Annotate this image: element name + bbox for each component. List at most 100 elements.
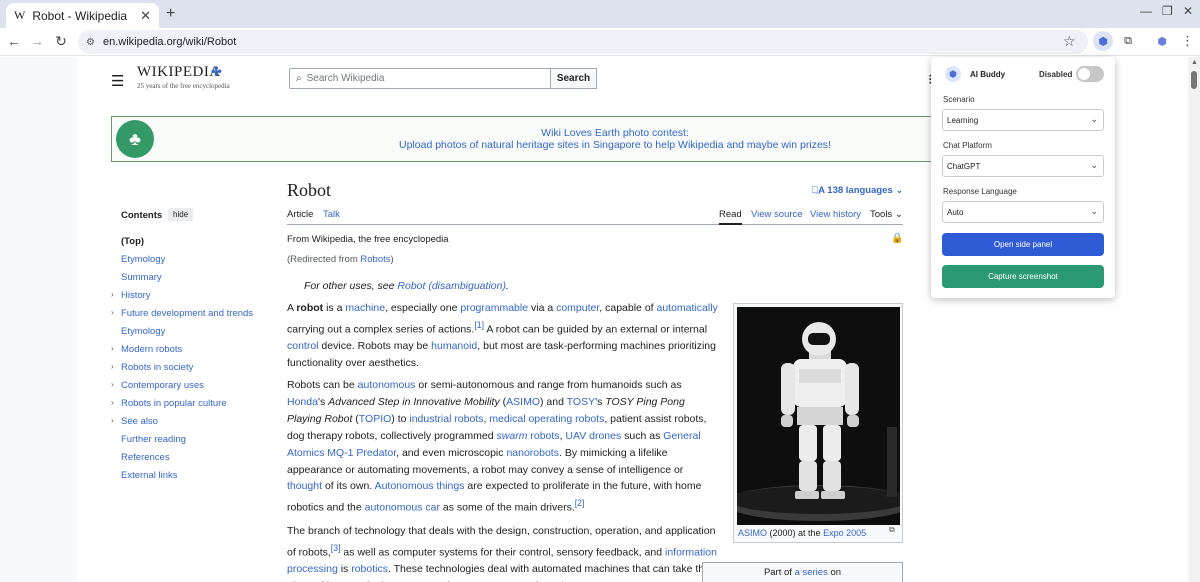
- toc-hide-button[interactable]: hide: [168, 208, 194, 221]
- link-honda[interactable]: Honda: [287, 396, 318, 408]
- scroll-up-icon[interactable]: ▲: [1191, 59, 1198, 66]
- languages-button[interactable]: 文̲A 138 languages ⌄: [811, 185, 903, 196]
- image-caption: ASIMO (2000) at the Expo 2005: [738, 528, 866, 538]
- chevron-right-icon[interactable]: ›: [111, 362, 114, 371]
- citation-2[interactable]: [2]: [575, 498, 585, 508]
- restore-icon[interactable]: ❐: [1162, 4, 1173, 18]
- caption-link-asimo[interactable]: ASIMO: [738, 528, 767, 538]
- caption-link-expo[interactable]: Expo 2005: [823, 528, 866, 538]
- tab-view-source[interactable]: View source: [751, 209, 803, 220]
- extension-name: AI Buddy: [970, 70, 1006, 79]
- link-autonomous[interactable]: autonomous: [358, 379, 416, 391]
- tab-talk[interactable]: Talk: [323, 209, 340, 220]
- scrollbar-thumb[interactable]: [1191, 71, 1197, 89]
- link-machine[interactable]: machine: [345, 302, 385, 314]
- tab-article[interactable]: Article: [287, 209, 313, 220]
- toc-item-popular-culture[interactable]: Robots in popular culture: [121, 398, 227, 409]
- link-swarm[interactable]: swarm robots: [497, 430, 560, 442]
- expand-image-icon[interactable]: ⧉: [889, 525, 895, 535]
- search-input[interactable]: ⌕ Search Wikipedia: [289, 68, 551, 89]
- toc-item-future-development[interactable]: Future development and trends: [121, 308, 253, 319]
- toc-item-references[interactable]: References: [121, 452, 170, 463]
- toc-item-etymology[interactable]: Etymology: [121, 254, 165, 265]
- toc-item-history[interactable]: History: [121, 290, 151, 301]
- tab-tools[interactable]: Tools ⌄: [870, 209, 903, 220]
- link-autonomous-car[interactable]: autonomous car: [365, 502, 440, 514]
- toc-item-summary[interactable]: Summary: [121, 272, 162, 283]
- toc-item-robots-in-society[interactable]: Robots in society: [121, 362, 193, 373]
- link-medical-robots[interactable]: medical operating robots: [489, 413, 604, 425]
- profile-icon[interactable]: ⬢: [1152, 31, 1172, 51]
- link-uav[interactable]: UAV drones: [565, 430, 621, 442]
- link-control[interactable]: control: [287, 340, 319, 352]
- chevron-right-icon[interactable]: ›: [111, 308, 114, 317]
- enable-toggle[interactable]: [1076, 66, 1104, 82]
- search-placeholder: Search Wikipedia: [306, 73, 385, 84]
- redirected-prefix: (Redirected from: [287, 254, 361, 265]
- link-automatically[interactable]: automatically: [657, 302, 718, 314]
- scenario-select[interactable]: Learning ⌄: [942, 109, 1104, 131]
- redirected-link[interactable]: Robots: [360, 254, 390, 265]
- search-button[interactable]: Search: [550, 68, 597, 89]
- toc-item-top[interactable]: (Top): [121, 236, 144, 247]
- chevron-right-icon[interactable]: ›: [111, 416, 114, 425]
- main-menu-icon[interactable]: ☰: [111, 72, 124, 90]
- open-side-panel-button[interactable]: Open side panel: [942, 233, 1104, 256]
- link-computer[interactable]: computer: [556, 302, 599, 314]
- chevron-right-icon[interactable]: ›: [111, 398, 114, 407]
- ai-buddy-extension-icon[interactable]: ⬢: [1093, 31, 1113, 51]
- tab-view-history[interactable]: View history: [810, 209, 861, 220]
- link-nanorobots[interactable]: nanorobots: [506, 447, 559, 459]
- hatnote-link[interactable]: Robot (disambiguation): [397, 280, 506, 292]
- chevron-right-icon[interactable]: ›: [111, 344, 114, 353]
- browser-menu-icon[interactable]: ⋮: [1181, 33, 1194, 49]
- wikipedia-globe-icon: ✤: [211, 64, 222, 79]
- platform-select[interactable]: ChatGPT ⌄: [942, 155, 1104, 177]
- toc-item-contemporary-uses[interactable]: Contemporary uses: [121, 380, 204, 391]
- wikipedia-wordmark[interactable]: WIKIPEDIA: [137, 64, 221, 81]
- extensions-puzzle-icon[interactable]: ⧉: [1118, 31, 1138, 51]
- link-tosy[interactable]: TOSY: [567, 396, 595, 408]
- link-thought[interactable]: thought: [287, 480, 322, 492]
- chevron-right-icon[interactable]: ›: [111, 290, 114, 299]
- link-mq1[interactable]: General Atomics MQ-1 Predator: [287, 430, 701, 459]
- browser-tab[interactable]: W Robot - Wikipedia ✕: [6, 3, 159, 28]
- back-arrow-icon[interactable]: ←: [5, 33, 23, 49]
- capture-screenshot-button[interactable]: Capture screenshot: [942, 265, 1104, 288]
- link-topio[interactable]: TOPIO: [359, 413, 391, 425]
- link-autonomous-things[interactable]: Autonomous things: [375, 480, 465, 492]
- toc-item-modern-robots[interactable]: Modern robots: [121, 344, 182, 355]
- link-programmable[interactable]: programmable: [460, 302, 528, 314]
- tab-read[interactable]: Read: [719, 209, 742, 225]
- asimo-photo[interactable]: [737, 307, 900, 525]
- chevron-down-icon: ⌄: [1090, 206, 1098, 216]
- link-humanoid[interactable]: humanoid: [431, 340, 477, 352]
- toc-item-etymology-2[interactable]: Etymology: [121, 326, 165, 337]
- intro-paragraph-3: The branch of technology that deals with…: [287, 523, 719, 582]
- close-window-icon[interactable]: ✕: [1183, 4, 1193, 18]
- link-industrial-robots[interactable]: industrial robots: [409, 413, 483, 425]
- citation-1[interactable]: [1]: [474, 320, 484, 330]
- chevron-down-icon: ⌄: [1090, 114, 1098, 124]
- series-link[interactable]: a series: [795, 567, 828, 578]
- link-asimo[interactable]: ASIMO: [506, 396, 540, 408]
- protection-lock-icon[interactable]: 🔒: [891, 233, 903, 244]
- site-settings-icon[interactable]: ⚙: [86, 37, 95, 48]
- language-select[interactable]: Auto ⌄: [942, 201, 1104, 223]
- toc-item-external-links[interactable]: External links: [121, 470, 178, 481]
- link-robotics[interactable]: robotics: [351, 563, 388, 575]
- new-tab-button[interactable]: +: [166, 5, 175, 23]
- wikipedia-favicon-icon: W: [14, 8, 26, 22]
- toc-item-further-reading[interactable]: Further reading: [121, 434, 186, 445]
- forward-arrow-icon[interactable]: →: [28, 33, 46, 49]
- toc-item-see-also[interactable]: See also: [121, 416, 158, 427]
- chevron-right-icon[interactable]: ›: [111, 380, 114, 389]
- bookmark-star-icon[interactable]: ☆: [1063, 33, 1076, 50]
- extension-status: Disabled: [1039, 70, 1073, 79]
- reload-icon[interactable]: ↻: [52, 33, 70, 50]
- close-tab-icon[interactable]: ✕: [140, 8, 151, 24]
- page-scrollbar[interactable]: ▲: [1189, 57, 1200, 582]
- minimize-icon[interactable]: —: [1140, 4, 1152, 18]
- address-bar[interactable]: ⚙ en.wikipedia.org/wiki/Robot: [78, 30, 1088, 54]
- citation-3[interactable]: [3]: [331, 543, 341, 553]
